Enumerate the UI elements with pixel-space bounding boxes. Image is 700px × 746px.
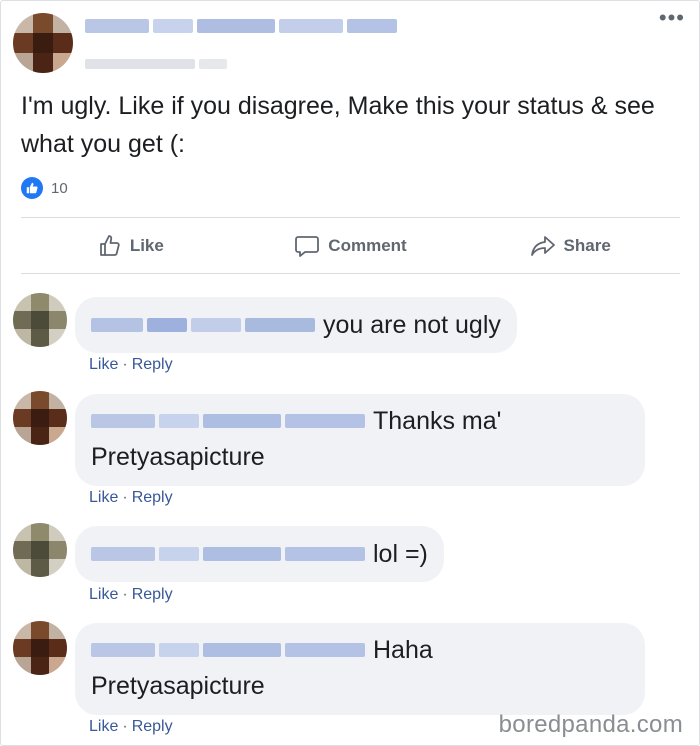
divider-top — [21, 217, 680, 218]
share-button[interactable]: Share — [460, 219, 680, 273]
comment-bubble: Haha Pretyasapicture — [75, 623, 645, 715]
more-options-icon[interactable]: ••• — [659, 7, 685, 29]
comment-text-line1: Haha — [373, 636, 433, 664]
comment-bubble: lol =) — [75, 526, 444, 582]
comment-reply-link[interactable]: Reply — [132, 586, 173, 603]
comment-text-line2: Pretyasapicture — [91, 443, 265, 471]
comment-reply-link[interactable]: Reply — [132, 718, 173, 735]
commenter-avatar[interactable] — [13, 391, 67, 445]
comment-text-line2: Pretyasapicture — [91, 672, 265, 700]
like-button-label: Like — [129, 236, 164, 255]
like-reaction-icon — [21, 177, 43, 199]
commenter-name-blurred[interactable] — [91, 414, 365, 428]
post-card: ••• I'm ugly. Like if you disagree, Make… — [0, 0, 700, 746]
comment-button-label: Comment — [328, 236, 407, 255]
comment-button[interactable]: Comment — [241, 219, 461, 273]
comment-like-link[interactable]: Like — [89, 586, 118, 603]
commenter-avatar[interactable] — [13, 621, 67, 675]
comment-reply-link[interactable]: Reply — [132, 489, 173, 506]
like-count: 10 — [51, 179, 68, 197]
commenter-avatar[interactable] — [13, 523, 67, 577]
commenter-name-blurred[interactable] — [91, 547, 365, 561]
comment-actions: Like · Reply — [89, 489, 173, 506]
commenter-name-blurred[interactable] — [91, 643, 365, 657]
like-button[interactable]: Like — [21, 219, 241, 273]
author-avatar[interactable] — [13, 13, 73, 73]
reaction-summary[interactable]: 10 — [21, 177, 68, 199]
comment-bubble: Thanks ma' Pretyasapicture — [75, 394, 645, 486]
comment-text: lol =) — [373, 540, 428, 568]
comment-bubble: you are not ugly — [75, 297, 517, 353]
author-name-blurred[interactable] — [85, 19, 397, 33]
post-timestamp-blurred[interactable] — [85, 59, 227, 69]
comment-like-link[interactable]: Like — [89, 489, 118, 506]
thumbs-up-icon — [98, 234, 122, 258]
comment-actions: Like · Reply — [89, 718, 173, 735]
commenter-avatar[interactable] — [13, 293, 67, 347]
post-status-text: I'm ugly. Like if you disagree, Make thi… — [21, 92, 655, 158]
commenter-name-blurred[interactable] — [91, 318, 315, 332]
comment-text: you are not ugly — [323, 311, 501, 339]
comment-actions: Like · Reply — [89, 356, 173, 373]
comment-icon — [294, 234, 320, 258]
comment-reply-link[interactable]: Reply — [132, 356, 173, 373]
post-actions-bar: Like Comment Share — [21, 219, 680, 273]
comment-like-link[interactable]: Like — [89, 356, 118, 373]
boredpanda-watermark: boredpanda.com — [498, 711, 683, 738]
divider-bottom — [21, 273, 680, 274]
share-arrow-icon — [530, 235, 556, 257]
comment-actions: Like · Reply — [89, 586, 173, 603]
comment-text-line1: Thanks ma' — [373, 407, 502, 435]
share-button-label: Share — [563, 236, 611, 255]
comment-like-link[interactable]: Like — [89, 718, 118, 735]
